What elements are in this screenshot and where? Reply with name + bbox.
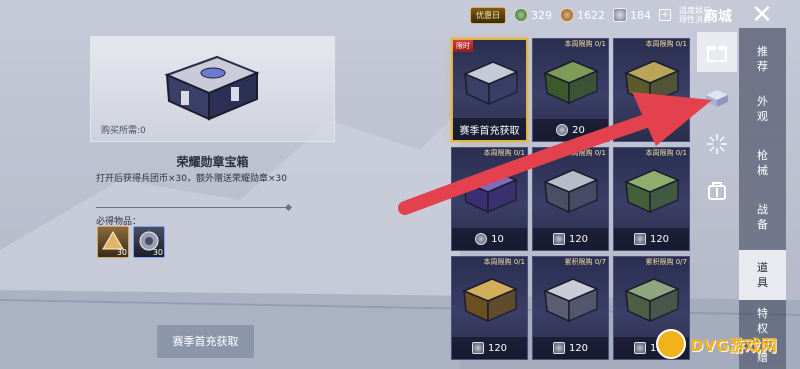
shop-item[interactable]: 本周限购 0/1 120 [451,256,528,360]
nav-item[interactable]: 道 具 [739,250,786,300]
green-coin-icon [514,8,528,22]
side-nav: 推 荐外 观枪 械战 备道 具特 权赠 [739,28,786,369]
chest-icon [543,278,599,323]
token-icon [552,233,565,245]
currency-value: 184 [630,8,651,22]
purchase-limit: 本周限购 0/1 [645,40,688,48]
limited-tag: 限时 [453,40,473,52]
price-tag: 120 [533,228,608,250]
purchase-limit: 本周限购 0/1 [564,149,607,157]
purchase-limit: 本周限购 0/1 [564,40,607,48]
corps-coin-icon[interactable]: 30 [133,226,165,258]
chest-icon [462,278,518,323]
box-icon[interactable] [697,78,737,118]
nav-item[interactable]: 战 备 [739,202,786,232]
item-count: 30 [152,248,163,257]
price-value: 20 [572,124,585,136]
currency-green: 329 [514,8,552,22]
token-icon [633,342,646,354]
watermark: DVG游戏网 [656,329,777,359]
chest-icon [463,61,519,106]
price-value: 120 [568,233,589,245]
coin-icon [556,124,569,136]
token-icon [633,233,646,245]
token-icon [471,342,484,354]
shop-item[interactable]: 本周限购 0/1 120 [613,147,690,251]
shop-item[interactable]: 限时 赛季首充获取 [451,38,528,142]
currency-bronze: 1622 [560,8,605,22]
shop-grid: 限时 赛季首充获取 本周限购 0/1 20 本周限购 0/1 本周限购 0/1 10… [451,38,696,360]
price-tag: 赛季首充获取 [453,118,526,140]
price-value: 10 [491,233,504,245]
bronze-coin-icon [560,8,574,22]
medal-icon[interactable]: 30 [97,226,129,258]
shop-item[interactable]: 本周限购 0/1 [613,38,690,142]
purchase-limit: 累积限购 0/7 [564,258,607,266]
token-icon [552,342,565,354]
purchase-limit: 本周限购 0/1 [645,149,688,157]
divider-ornament [284,203,293,212]
chest-icon [624,60,680,105]
divider [96,207,286,208]
price-value: 120 [568,342,589,354]
shop-item[interactable]: 本周限购 0/1 10 [451,147,528,251]
page-title: 商城 [704,9,732,25]
watermark-text: DVG游戏网 [690,336,777,355]
currency-value: 329 [531,8,552,22]
vip-badge[interactable]: 优惠日 [470,6,506,24]
item-count: 30 [116,248,127,257]
currency-token: 184 [613,8,651,22]
nav-item[interactable]: 枪 械 [739,148,786,178]
chest-icon [543,60,599,105]
purchase-requirement: 购买所需:0 [101,126,146,136]
chest-icon [624,278,680,323]
chest-icon [462,169,518,214]
coin-icon [475,233,488,245]
add-currency-button[interactable]: + [659,9,671,21]
currency-bar: 优惠日 329 1622 184 + 适度娱乐 理性消费 [470,4,719,26]
purchase-limit: 本周限购 0/1 [483,258,526,266]
chest-icon [543,169,599,214]
chest-icon [164,55,260,121]
gift-icon[interactable] [697,32,737,72]
price-tag: 120 [533,337,608,359]
bag-icon[interactable] [697,170,737,210]
price-value: 120 [487,342,508,354]
firework-icon[interactable] [697,124,737,164]
price-tag: 120 [452,337,527,359]
price-tag: 120 [614,228,689,250]
item-description: 打开后获得兵团币×30，额外赠送荣耀勋章×30 [96,174,287,184]
nav-item[interactable]: 推 荐 [739,44,786,74]
purchase-limit: 累积限购 0/7 [645,258,688,266]
nav-item[interactable]: 外 观 [739,94,786,124]
price-value: 赛季首充获取 [459,125,520,137]
shop-item[interactable]: 累积限购 0/7 120 [532,256,609,360]
item-name: 荣耀勋章宝箱 [176,155,249,169]
item-preview: 购买所需:0 [90,36,335,142]
shop-item[interactable]: 本周限购 0/1 20 [532,38,609,142]
price-tag: 10 [452,228,527,250]
shop-item[interactable]: 本周限购 0/1 120 [532,147,609,251]
currency-value: 1622 [577,8,605,22]
price-value: 120 [649,233,670,245]
purchase-limit: 本周限购 0/1 [483,149,526,157]
price-tag: 20 [533,119,608,141]
chest-icon [624,169,680,214]
season-topup-button[interactable]: 赛季首充获取 [157,325,254,358]
token-icon [613,8,627,22]
watermark-logo-icon [656,329,686,359]
